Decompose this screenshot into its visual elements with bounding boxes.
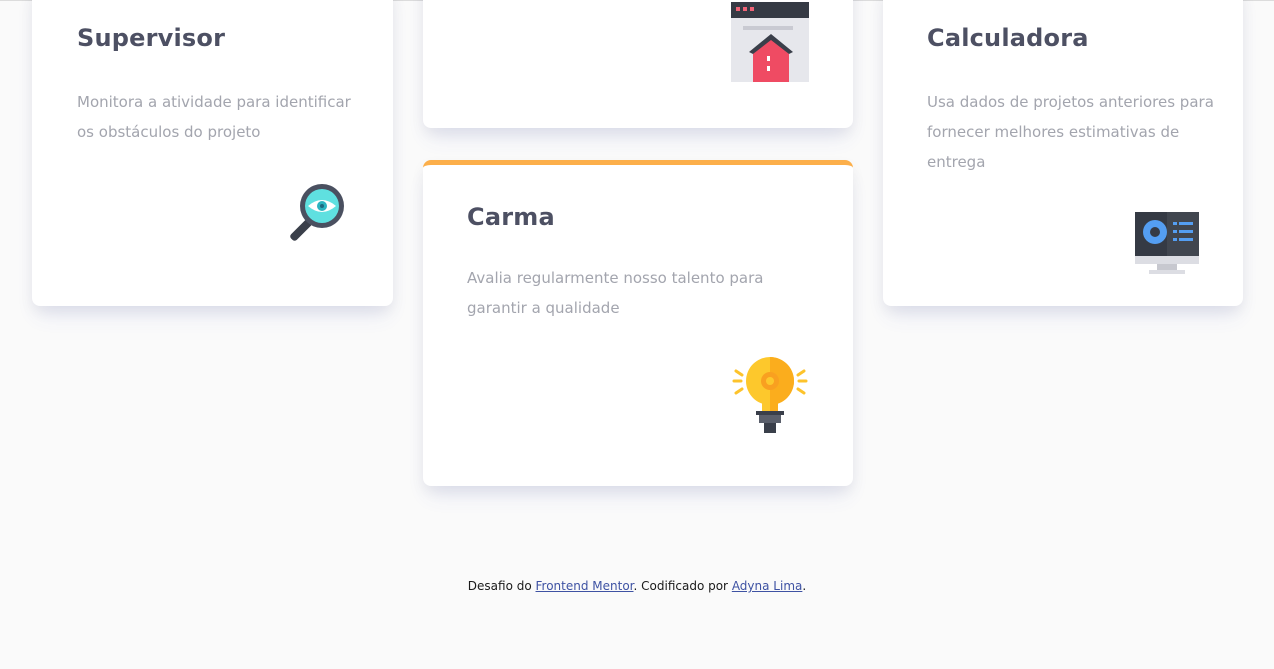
attribution-middle: . Codificado por — [633, 579, 732, 593]
card-calculator: Calculadora Usa dados de projetos anteri… — [883, 0, 1243, 306]
frontend-mentor-link[interactable]: Frontend Mentor — [536, 579, 634, 593]
attribution-suffix: . — [802, 579, 807, 593]
card-title: Supervisor — [77, 24, 226, 52]
card-description: Avalia regularmente nosso talento para g… — [467, 269, 764, 317]
card-description: Monitora a atividade para identificar os… — [77, 93, 351, 141]
card-karma: Carma Avalia regularmente nosso talento … — [423, 160, 853, 486]
card-supervisor: Supervisor Monitora a atividade para ide… — [32, 0, 393, 306]
card-description: Usa dados de projetos anteriores para fo… — [927, 93, 1214, 171]
attribution: Desafio do Frontend Mentor. Codificado p… — [0, 579, 1274, 593]
magnifier-eye-icon — [284, 182, 348, 250]
author-link[interactable]: Adyna Lima — [732, 579, 803, 593]
card-team-builder — [423, 0, 853, 128]
team-builder-icon — [731, 2, 809, 86]
card-title: Carma — [467, 203, 555, 231]
card-title: Calculadora — [927, 24, 1089, 52]
attribution-prefix: Desafio do — [467, 579, 536, 593]
computer-monitor-icon — [1135, 212, 1199, 280]
lightbulb-icon — [731, 357, 809, 439]
